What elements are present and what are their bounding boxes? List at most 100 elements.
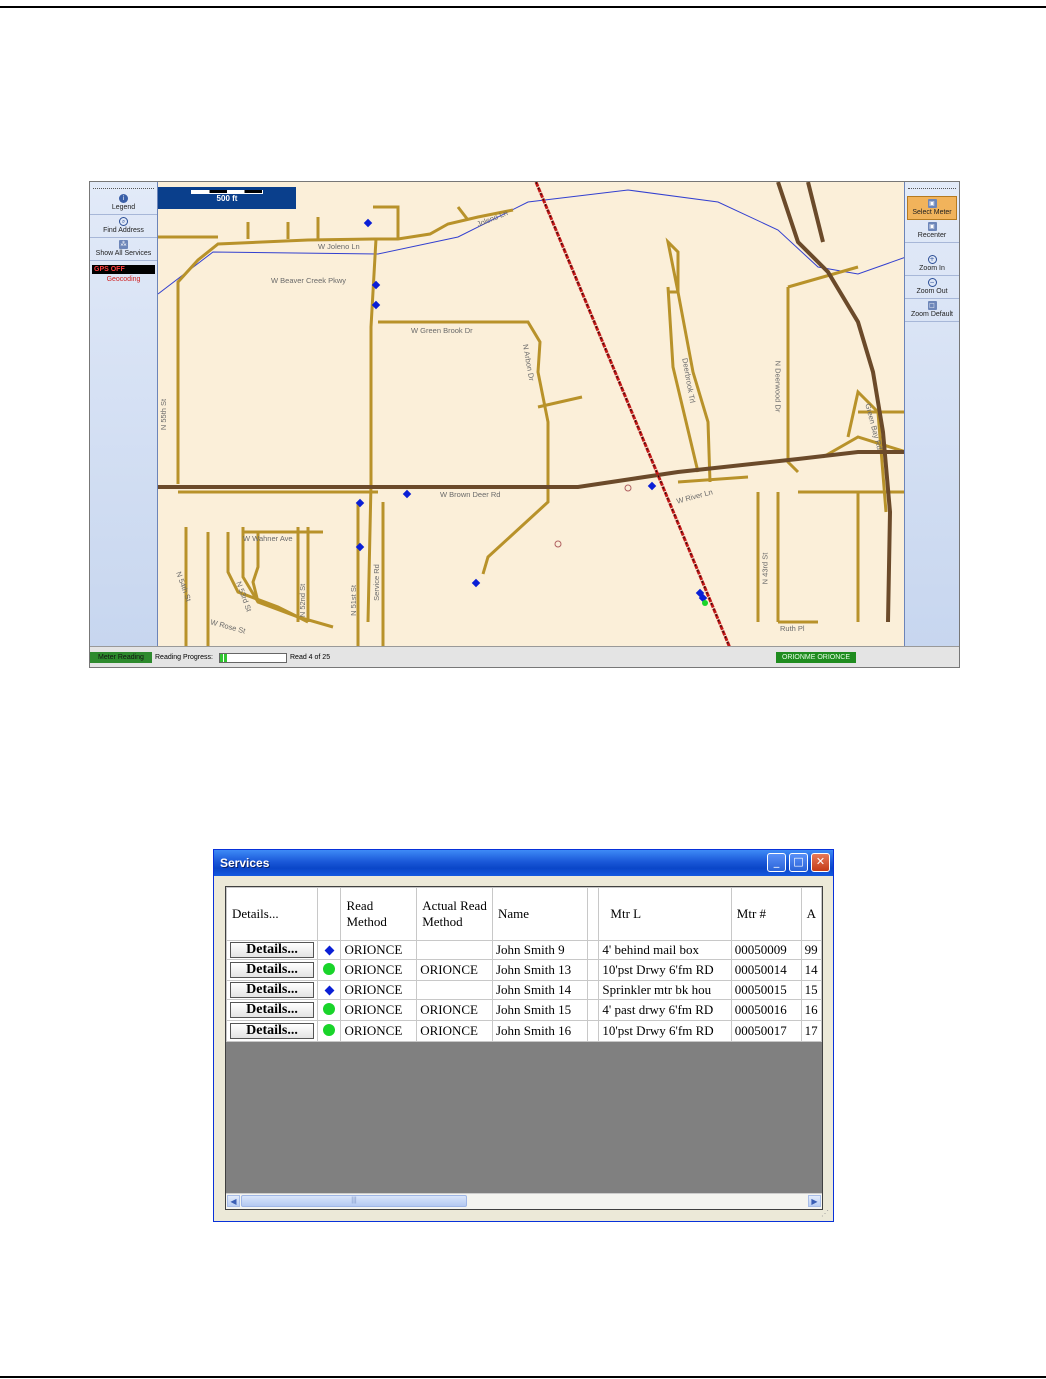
column-header-mtr-no[interactable]: Mtr #	[730, 887, 802, 941]
street-label: N 43rd St	[760, 552, 770, 585]
read-method-cell: ORIONCE	[340, 959, 418, 981]
minimize-button[interactable]: _	[767, 853, 786, 872]
left-tool-panel: i Legend ⌕ Find Address ⁂ Show All Servi…	[90, 182, 158, 647]
recenter-label: Recenter	[917, 232, 947, 239]
details-button[interactable]: Details...	[230, 962, 314, 978]
not-read-indicator-icon	[324, 985, 335, 996]
scrollbar-thumb[interactable]: |||	[241, 1195, 467, 1207]
select-meter-label: Select Meter	[912, 209, 952, 216]
a-cell: 17	[800, 1020, 822, 1042]
read-method-cell: ORIONCE	[340, 980, 418, 1000]
column-header-blank[interactable]	[587, 887, 600, 941]
header-row: Details... Read Method Actual Read Metho…	[226, 887, 822, 941]
column-header-read-method[interactable]: Read Method	[340, 887, 418, 941]
table-row[interactable]: Details... ORIONCE John Smith 9 4' behin…	[226, 940, 822, 960]
show-all-services-label: Show All Services	[95, 250, 152, 257]
actual-read-method-cell	[416, 940, 493, 960]
street-label: W Joleno Ln	[318, 242, 360, 251]
street-label: W Wahner Ave	[243, 534, 293, 543]
read-meter-marker	[702, 600, 708, 606]
progress-label: Reading Progress:	[155, 654, 213, 661]
show-all-services-button[interactable]: ⁂ Show All Services	[90, 238, 157, 261]
map-canvas[interactable]: W Joleno Ln Joleno Ln W Beaver Creek Pkw…	[158, 182, 906, 648]
mtr-no-cell: 00050014	[730, 959, 802, 981]
read-indicator-icon	[323, 1024, 336, 1036]
street-label: W Beaver Creek Pkwy	[271, 276, 347, 285]
column-header-name[interactable]: Name	[491, 887, 589, 941]
table-row[interactable]: Details... ORIONCE ORIONCE John Smith 16…	[226, 1020, 822, 1042]
street-label: N 51st St	[348, 585, 358, 616]
title-bar[interactable]: Services _ □ ✕	[214, 850, 833, 876]
a-cell: 14	[800, 959, 822, 981]
read-method-cell: ORIONCE	[340, 1020, 418, 1042]
close-icon: ✕	[815, 855, 826, 868]
geocoding-link[interactable]: Geocoding	[90, 276, 157, 283]
select-meter-button[interactable]: ▣ Select Meter	[907, 196, 957, 220]
horizontal-scrollbar[interactable]: ◀ ||| ▶	[226, 1193, 822, 1209]
a-cell: 15	[800, 980, 822, 1000]
bottom-rule	[0, 1376, 1046, 1378]
name-cell: John Smith 14	[491, 980, 589, 1000]
maximize-button[interactable]: □	[789, 853, 808, 872]
recenter-icon: ▣	[927, 222, 937, 231]
panel-grip	[908, 188, 956, 192]
reading-progress-fill	[220, 654, 231, 662]
zoom-default-button[interactable]: □ Zoom Default	[905, 299, 959, 322]
major-roads	[158, 182, 906, 623]
map-application-window: i Legend ⌕ Find Address ⁂ Show All Servi…	[89, 181, 960, 668]
name-cell: John Smith 9	[491, 940, 589, 960]
column-header-mtr-l[interactable]: Mtr L	[598, 887, 732, 941]
legend-button[interactable]: i Legend	[90, 192, 157, 215]
mtr-no-cell: 00050015	[730, 980, 802, 1000]
services-icon: ⁂	[119, 240, 128, 249]
read-indicator-icon	[323, 963, 336, 975]
details-button[interactable]: Details...	[230, 1023, 314, 1039]
window-title: Services	[220, 856, 270, 870]
mtr-l-cell: 4' past drwy 6'fm RD	[598, 999, 732, 1021]
close-button[interactable]: ✕	[811, 853, 830, 872]
right-tool-panel: ▣ Select Meter ▣ Recenter + Zoom In − Zo…	[904, 182, 959, 647]
mtr-l-cell: 10'pst Drwy 6'fm RD	[598, 1020, 732, 1042]
legend-label: Legend	[111, 204, 136, 211]
column-header-indicator[interactable]	[316, 887, 342, 941]
scroll-left-button[interactable]: ◀	[227, 1195, 240, 1207]
street-label: Service Rd	[371, 564, 381, 601]
name-cell: John Smith 15	[491, 999, 589, 1021]
scroll-right-icon: ▶	[811, 1197, 818, 1206]
column-header-actual-read-method[interactable]: Actual Read Method	[416, 887, 493, 941]
read-method-cell: ORIONCE	[340, 999, 418, 1021]
services-grid[interactable]: Details... Read Method Actual Read Metho…	[225, 886, 823, 1210]
route-badge: ORIONME ORIONCE	[776, 652, 856, 663]
street-label: N 52nd St	[298, 583, 308, 618]
recenter-button[interactable]: ▣ Recenter	[905, 220, 959, 243]
details-button[interactable]: Details...	[230, 982, 314, 998]
resize-grip-icon[interactable]: ⋰	[821, 1209, 831, 1219]
zoom-out-label: Zoom Out	[916, 288, 948, 295]
table-row[interactable]: Details... ORIONCE ORIONCE John Smith 15…	[226, 999, 822, 1021]
find-address-button[interactable]: ⌕ Find Address	[90, 215, 157, 238]
meter-markers	[355, 218, 708, 603]
column-header-details[interactable]: Details...	[226, 887, 318, 941]
info-icon: i	[119, 194, 128, 203]
scale-label: 500 ft	[216, 194, 238, 203]
name-cell: John Smith 16	[491, 1020, 589, 1042]
zoom-in-button[interactable]: + Zoom In	[905, 253, 959, 276]
scroll-right-button[interactable]: ▶	[808, 1195, 821, 1207]
details-button[interactable]: Details...	[230, 942, 314, 958]
zoom-out-button[interactable]: − Zoom Out	[905, 276, 959, 299]
find-address-label: Find Address	[103, 227, 144, 234]
name-cell: John Smith 13	[491, 959, 589, 981]
street-label: N 55th St	[159, 398, 169, 431]
zoom-out-icon: −	[927, 278, 937, 287]
landmark-markers	[554, 484, 632, 548]
a-cell: 99	[800, 940, 822, 960]
column-header-a[interactable]: A	[800, 887, 822, 941]
street-map	[158, 182, 906, 648]
minor-roads	[158, 205, 906, 648]
table-row[interactable]: Details... ORIONCE ORIONCE John Smith 13…	[226, 959, 822, 981]
table-row[interactable]: Details... ORIONCE John Smith 14 Sprinkl…	[226, 980, 822, 1000]
details-button[interactable]: Details...	[230, 1002, 314, 1018]
zoom-default-label: Zoom Default	[910, 311, 954, 318]
reading-progress-bar	[219, 653, 287, 663]
actual-read-method-cell: ORIONCE	[416, 1020, 493, 1042]
